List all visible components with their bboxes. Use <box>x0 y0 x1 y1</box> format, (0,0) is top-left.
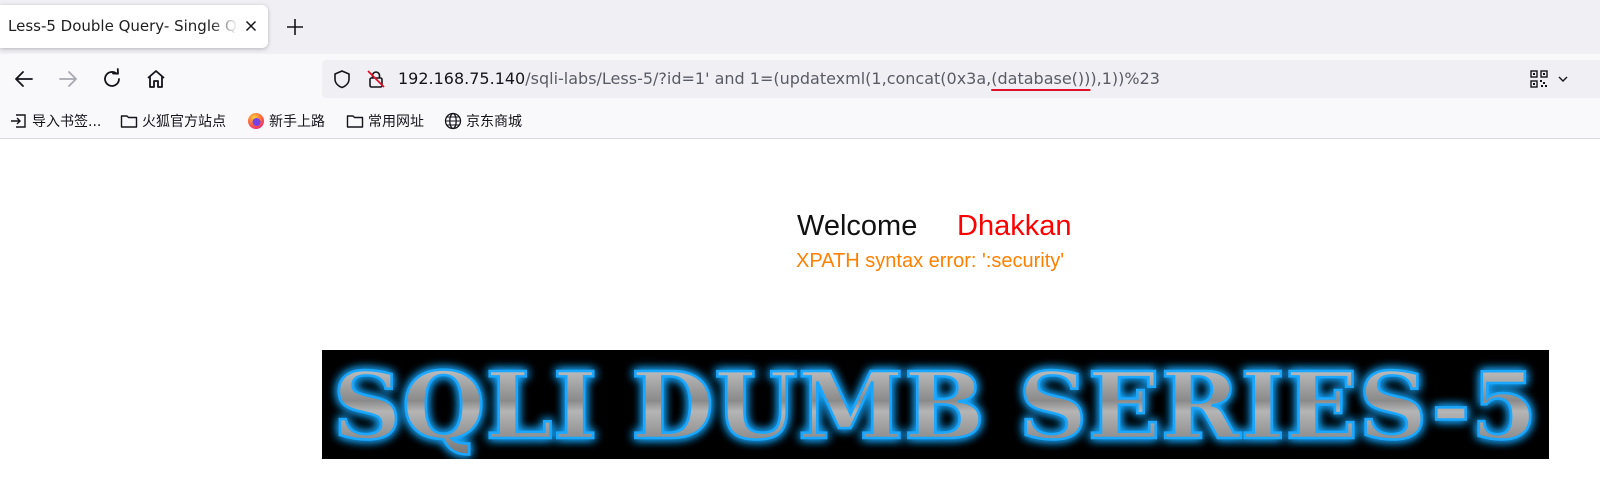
bookmark-label: 常用网址 <box>368 114 424 130</box>
url-text[interactable]: 192.168.75.140/sqli-labs/Less-5/?id=1' a… <box>398 60 1160 98</box>
insecure-lock-icon[interactable] <box>366 69 386 89</box>
bookmark-label: 新手上路 <box>269 114 325 130</box>
bookmark-label: 导入书签... <box>32 114 102 130</box>
url-path: /sqli-labs/Less-5/?id=1' and 1=(updatexm… <box>525 69 992 88</box>
url-host: 192.168.75.140 <box>398 69 526 88</box>
shield-icon[interactable] <box>332 69 352 89</box>
arrow-left-icon[interactable] <box>12 67 36 91</box>
arrow-right-icon[interactable] <box>56 67 80 91</box>
chevron-down-icon[interactable] <box>1558 74 1568 84</box>
folder-icon <box>346 115 364 128</box>
bookmark-firefox-site[interactable]: 火狐官方站点 <box>120 104 226 138</box>
bookmark-jd[interactable]: 京东商城 <box>444 104 522 138</box>
bookmark-import[interactable]: 导入书签... <box>10 104 101 138</box>
url-path-end: ),1))%23 <box>1090 69 1160 88</box>
bookmark-label: 京东商城 <box>466 114 522 130</box>
home-icon[interactable] <box>144 67 168 91</box>
url-bar[interactable]: 192.168.75.140/sqli-labs/Less-5/?id=1' a… <box>322 60 1600 98</box>
nav-toolbar: 192.168.75.140/sqli-labs/Less-5/?id=1' a… <box>0 54 1600 104</box>
error-message: XPATH syntax error: ':security' <box>796 250 1065 272</box>
tab-strip: Less-5 Double Query- Single Quotes- Stri… <box>0 0 1600 54</box>
active-tab[interactable]: Less-5 Double Query- Single Quotes- Stri… <box>0 5 268 48</box>
folder-icon <box>120 115 138 128</box>
welcome-text: Welcome <box>797 210 918 242</box>
plus-icon[interactable] <box>285 17 305 37</box>
bookmark-common-sites[interactable]: 常用网址 <box>346 104 424 138</box>
tab-title: Less-5 Double Query- Single Quotes- Stri… <box>8 17 238 35</box>
bookmark-getting-started[interactable]: 新手上路 <box>247 104 325 138</box>
banner-text: SQLI DUMB SERIES-5 <box>333 352 1538 459</box>
bookmarks-toolbar: 导入书签... 火狐官方站点 新手上路 常用网址 京东商城 <box>0 104 1600 139</box>
qr-code-icon[interactable] <box>1530 70 1548 88</box>
reload-icon[interactable] <box>100 67 124 91</box>
import-icon <box>11 114 26 128</box>
bookmark-label: 火狐官方站点 <box>142 114 226 130</box>
series-banner-image: SQLI DUMB SERIES-5 <box>322 350 1549 459</box>
close-icon[interactable] <box>243 18 259 34</box>
username-text: Dhakkan <box>957 210 1072 242</box>
url-highlight: (database()) <box>991 69 1091 88</box>
firefox-icon <box>248 113 264 129</box>
globe-icon <box>444 112 462 130</box>
